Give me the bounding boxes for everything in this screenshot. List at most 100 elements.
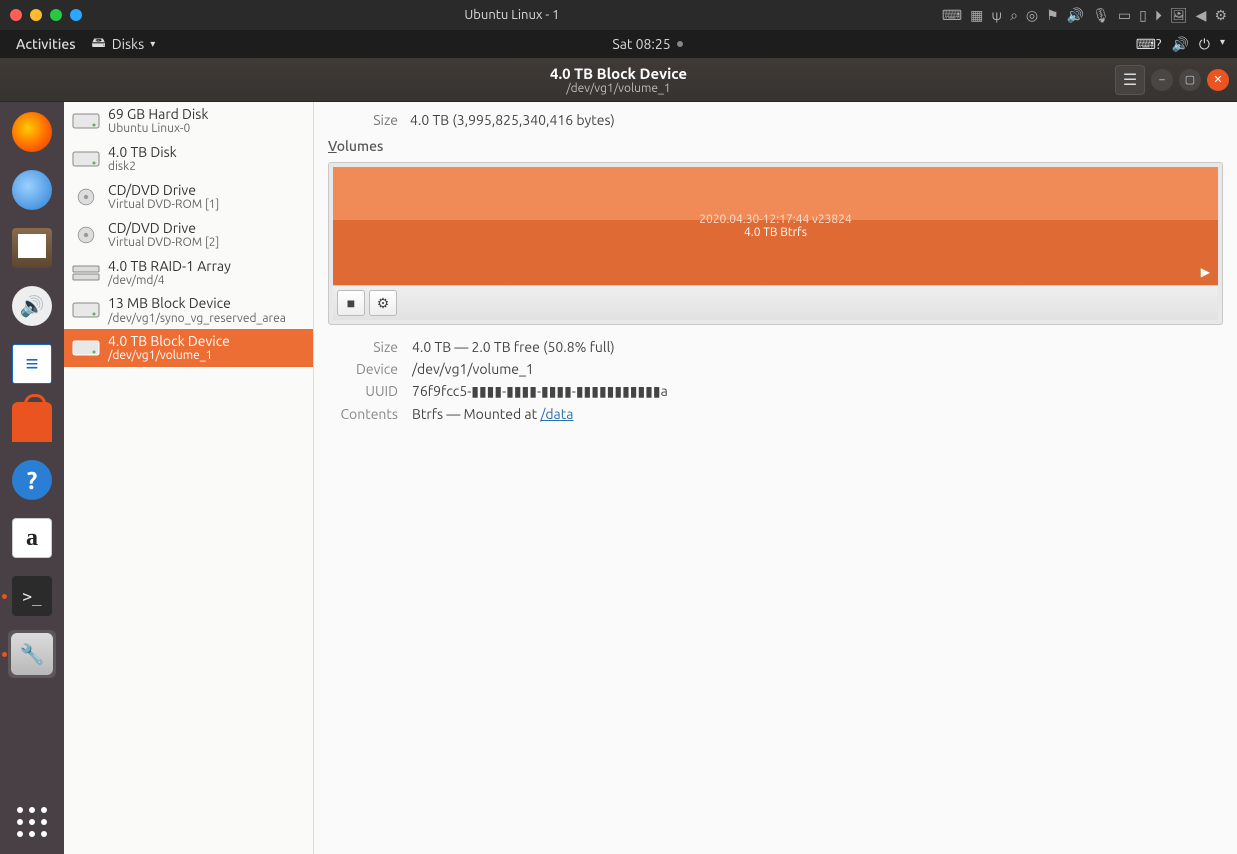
device-subtitle: /dev/md/4 [108,274,231,288]
device-subtitle: Ubuntu Linux-0 [108,122,208,136]
dock-amazon[interactable] [8,514,56,562]
volume-icon[interactable]: 🔊 [1171,36,1188,53]
play-icon[interactable]: ▶ [1201,265,1210,279]
dock-thunderbird[interactable] [8,166,56,214]
device-item[interactable]: 4.0 TB Block Device /dev/vg1/volume_1 [64,329,313,367]
system-status-area[interactable]: ⌨? 🔊 ⏻ ▾ [1132,36,1229,53]
drive-icon [72,259,100,287]
device-subtitle: /dev/vg1/syno_vg_reserved_area [108,312,286,326]
volume-details: Size 4.0 TB — 2.0 TB free (50.8% full) D… [328,339,1223,422]
tablet-icon[interactable]: ▭ [1118,7,1131,24]
device-title: 4.0 TB RAID-1 Array [108,258,231,274]
stop-icon: ■ [347,295,355,311]
drive-icon [72,221,100,249]
dock-help[interactable]: ? [8,456,56,504]
app-menu-icon: 🖴 [92,32,106,56]
sound-icon[interactable]: 🔊 [1067,7,1084,24]
flag-icon[interactable]: ⚑ [1046,7,1059,24]
device-list: 69 GB Hard Disk Ubuntu Linux-0 4.0 TB Di… [64,102,314,854]
notification-dot-icon [677,41,683,47]
writer-icon [12,344,52,384]
dock-firefox[interactable] [8,108,56,156]
back-icon[interactable]: ◀ [1196,7,1207,24]
device-item[interactable]: CD/DVD Drive Virtual DVD-ROM [2] [64,216,313,254]
mount-point-link[interactable]: /data [540,406,573,422]
drive-icon [72,145,100,173]
device-item[interactable]: CD/DVD Drive Virtual DVD-ROM [1] [64,178,313,216]
vm-min-icon[interactable] [30,9,42,21]
dock-writer[interactable] [8,340,56,388]
device-item[interactable]: 13 MB Block Device /dev/vg1/syno_vg_rese… [64,291,313,329]
camera-icon[interactable]: ⏵ [1155,7,1162,24]
device-title: CD/DVD Drive [108,182,219,198]
detail-label: Size [328,339,398,355]
gear-icon[interactable]: ⚙ [1214,7,1227,24]
unmount-button[interactable]: ■ [337,290,365,316]
partition-name: 2020.04.30-12:17:44 v23824 [699,213,851,226]
search-icon[interactable]: ⌕ [1010,7,1018,24]
device-title: 4.0 TB Disk [108,144,177,160]
hamburger-menu-button[interactable]: ☰ [1115,65,1145,95]
volumes-block: 2020.04.30-12:17:44 v23824 4.0 TB Btrfs … [328,162,1223,325]
partition[interactable]: 2020.04.30-12:17:44 v23824 4.0 TB Btrfs … [333,167,1218,285]
detail-value: 76f9fcc5-▮▮▮▮-▮▮▮▮-▮▮▮▮-▮▮▮▮▮▮▮▮▮▮▮a [412,383,668,400]
device-title: CD/DVD Drive [108,220,219,236]
detail-value: 4.0 TB — 2.0 TB free (50.8% full) [412,339,615,355]
accessibility-icon[interactable]: ⌨? [1136,36,1162,53]
app-headerbar: 4.0 TB Block Device /dev/vg1/volume_1 ☰ … [0,58,1237,102]
close-button[interactable]: ✕ [1207,69,1229,91]
usb-icon[interactable]: ψ [991,7,1002,24]
gears-icon: ⚙ [377,295,390,312]
size-label: Size [328,112,398,128]
device-subtitle: disk2 [108,160,177,174]
mic-icon[interactable]: 🎙 [1092,7,1110,24]
maximize-button[interactable]: ▢ [1179,69,1201,91]
dock-terminal[interactable]: >_ [8,572,56,620]
device-title: 4.0 TB Block Device [108,333,230,349]
traffic-lights [10,9,82,21]
help-icon: ? [12,460,52,500]
gnome-top-bar: Activities 🖴 Disks ▾ Sat 08:25 ⌨? 🔊 ⏻ ▾ [0,30,1237,58]
clock[interactable]: Sat 08:25 [612,36,682,52]
device-title: 69 GB Hard Disk [108,106,208,122]
power-icon[interactable]: ⏻ [1199,36,1210,53]
dock-software[interactable] [8,398,56,446]
dock-rhythmbox[interactable] [8,282,56,330]
app-menu[interactable]: 🖴 Disks ▾ [84,32,164,56]
app-menu-label: Disks [112,36,145,52]
device-item[interactable]: 69 GB Hard Disk Ubuntu Linux-0 [64,102,313,140]
detail-label: Device [328,361,398,377]
minimize-button[interactable]: – [1151,69,1173,91]
dock-files[interactable] [8,224,56,272]
rhythmbox-icon [12,286,52,326]
vm-status-icons: ⌨ ▦ ψ ⌕ ◎ ⚑ 🔊 🎙 ▭ ▯ ⏵ 🖼 ◀ ⚙ [942,7,1227,24]
volumes-heading: Volumes [328,138,1223,154]
clock-label: Sat 08:25 [612,36,670,52]
detail-value: /dev/vg1/volume_1 [412,361,534,377]
minimize-icon: – [1159,74,1164,86]
device-subtitle: Virtual DVD-ROM [2] [108,236,219,250]
drive-icon [72,107,100,135]
picture-icon[interactable]: 🖼 [1170,7,1188,24]
vm-close-icon[interactable] [10,9,22,21]
dock: ? >_ [0,102,64,854]
partition-sub: 4.0 TB Btrfs [744,226,807,239]
amazon-icon [12,518,52,558]
software-icon [12,402,52,442]
vm-extra-icon[interactable] [70,9,82,21]
dock-disks[interactable] [8,630,56,678]
hamburger-icon: ☰ [1123,70,1137,89]
show-applications-button[interactable] [12,802,52,842]
phone-icon[interactable]: ▯ [1139,7,1147,24]
more-actions-button[interactable]: ⚙ [369,290,397,316]
drive-icon [72,183,100,211]
size-value: 4.0 TB (3,995,825,340,416 bytes) [410,112,615,128]
activities-button[interactable]: Activities [8,36,84,52]
keyboard-icon[interactable]: ⌨ [942,7,962,24]
cpu-icon[interactable]: ▦ [970,7,983,24]
device-subtitle: /dev/vg1/volume_1 [108,349,230,363]
device-item[interactable]: 4.0 TB Disk disk2 [64,140,313,178]
disc-icon[interactable]: ◎ [1026,7,1038,24]
vm-max-icon[interactable] [50,9,62,21]
device-item[interactable]: 4.0 TB RAID-1 Array /dev/md/4 [64,254,313,292]
